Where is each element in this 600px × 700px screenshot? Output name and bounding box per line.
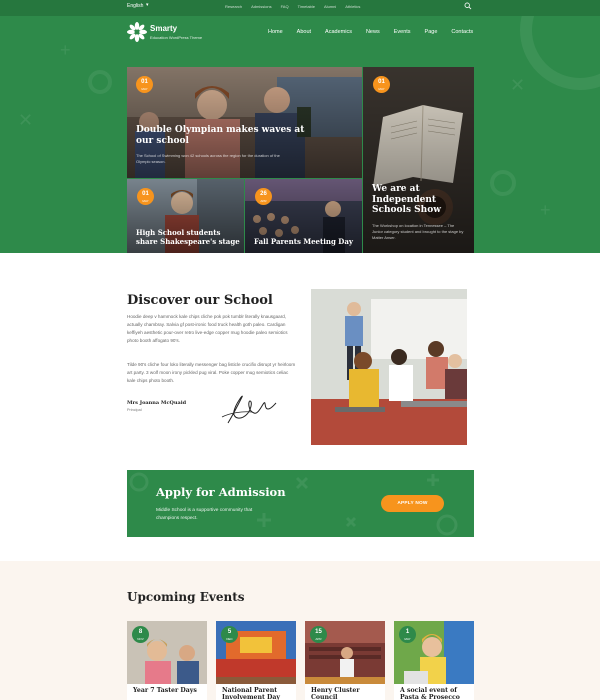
date-day: 01 [378,79,385,85]
date-month: APR [260,199,267,203]
event-card[interactable]: 15 APR Henry Cluster Council [305,621,385,700]
top-link-faq[interactable]: FAQ [281,4,289,9]
event-day: 15 [315,629,322,635]
top-links: Research Admissions FAQ Timetable Alumni… [225,4,360,9]
nav-contacts[interactable]: Contacts [451,29,473,35]
nav-academics[interactable]: Academics [325,29,352,35]
decorative-ring [88,70,112,94]
decorative-plus-icon: + [60,40,71,60]
nav-events[interactable]: Events [394,29,411,35]
event-title[interactable]: A social event of Pasta & Prosecco [400,687,472,700]
chevron-down-icon[interactable]: ▾ [146,2,149,8]
events-section [0,561,600,700]
featured-post-card[interactable]: 01 MAY High School students share Shakes… [127,179,244,253]
nav-page[interactable]: Page [425,29,438,35]
date-month: MAY [142,199,149,203]
featured-title[interactable]: High School students share Shakespeare's… [136,228,241,246]
top-link-admissions[interactable]: Admissions [251,4,271,9]
admission-title: Apply for Admission [156,485,286,499]
date-month: MAY [141,87,148,91]
featured-post-card[interactable]: 01 MAY Double Olympian makes waves at ou… [127,67,362,178]
classroom-photo [311,289,467,445]
event-day: 8 [138,629,143,635]
date-day: 01 [142,191,149,197]
discover-paragraph: Hoodie deep v hammock kale chips cliche … [127,314,288,343]
hero-section: + ✕ ✕ + English ▾ Research Admissions FA… [0,0,600,253]
event-date-badge: 15 APR [310,626,327,643]
main-nav: Home About Academics News Events Page Co… [268,29,473,35]
event-date-badge: 5 DEC [221,626,238,643]
date-badge: 01 MAY [136,76,153,93]
event-month: APR [315,637,322,641]
brand-name[interactable]: Smarty [150,24,177,33]
language-selector[interactable]: English [127,3,143,9]
decorative-plus-icon: ✕ [510,75,526,95]
signature-image [221,395,277,424]
admission-text: Middle School is a supportive community … [156,508,253,521]
date-day: 26 [260,191,267,197]
apply-now-button[interactable]: APPLY NOW [381,495,444,512]
admission-banner: Apply for Admission Middle School is a s… [127,470,474,537]
signer-name: Mrs Joanna McQuaid [127,400,187,406]
event-title[interactable]: National Parent Involvement Day [222,687,294,700]
featured-title[interactable]: Double Olympian makes waves at our schoo… [136,125,306,146]
events-title: Upcoming Events [127,590,245,604]
decorative-plus-icon: + [540,200,551,220]
featured-title[interactable]: We are at Independent Schools Show [372,184,452,216]
date-badge: 01 MAY [137,188,154,205]
event-month: DEC [226,637,233,641]
featured-title[interactable]: Fall Parents Meeting Day [254,237,359,247]
nav-news[interactable]: News [366,29,380,35]
logo-icon[interactable] [127,22,147,42]
event-month: NOV [137,637,144,641]
signer-role: Principal [127,408,142,412]
event-title[interactable]: Henry Cluster Council [311,687,383,700]
top-link-athletics[interactable]: Athletics [345,4,360,9]
event-card[interactable]: 5 DEC National Parent Involvement Day [216,621,296,700]
top-bar: English ▾ Research Admissions FAQ Timeta… [0,0,600,16]
nav-home[interactable]: Home [268,29,283,35]
featured-post-card[interactable]: 01 MAY We are at Independent Schools Sho… [363,67,474,253]
featured-post-card[interactable]: 26 APR Fall Parents Meeting Day [245,179,362,253]
event-card[interactable]: 8 NOV Year 7 Taster Days [127,621,207,700]
discover-paragraph: Tilde 90's cliche four loko literally me… [127,362,296,383]
date-day: 01 [141,79,148,85]
top-link-alumni[interactable]: Alumni [324,4,336,9]
event-date-badge: 1 MAY [399,626,416,643]
brand-tagline: Education WordPress Theme [150,35,203,40]
event-day: 5 [227,629,232,635]
decorative-plus-icon: ✕ [18,110,34,130]
event-day: 1 [405,629,410,635]
featured-excerpt: The Workshop on location in Tennessee – … [372,223,464,240]
top-link-timetable[interactable]: Timetable [298,4,315,9]
date-badge: 01 MAY [373,76,390,93]
date-badge: 26 APR [255,188,272,205]
featured-excerpt: The School of Swimming won 42 schools ac… [136,153,280,164]
event-title[interactable]: Year 7 Taster Days [133,687,205,694]
top-link-research[interactable]: Research [225,4,242,9]
date-month: MAY [378,87,385,91]
event-card[interactable]: 1 MAY A social event of Pasta & Prosecco [394,621,474,700]
nav-about[interactable]: About [297,29,311,35]
search-icon[interactable] [464,2,472,10]
classroom-illustration [311,289,467,445]
discover-title: Discover our School [127,293,273,308]
event-date-badge: 8 NOV [132,626,149,643]
event-month: MAY [404,637,411,641]
decorative-ring [490,170,516,196]
